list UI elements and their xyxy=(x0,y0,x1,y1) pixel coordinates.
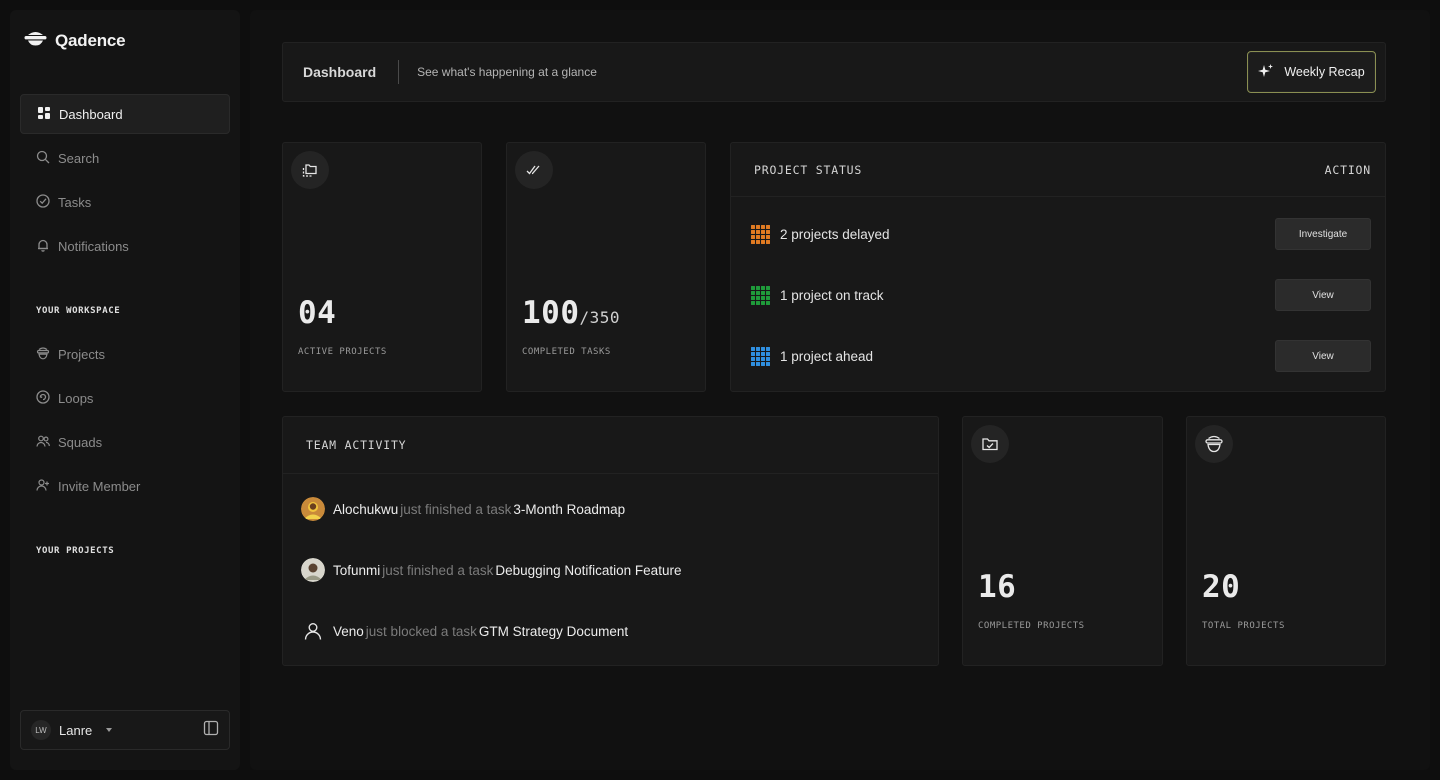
ahead-grid-icon xyxy=(751,346,770,366)
completed-tasks-count: 100 xyxy=(522,295,580,331)
total-projects-label: TOTAL PROJECTS xyxy=(1202,621,1285,631)
activity-task[interactable]: GTM Strategy Document xyxy=(479,624,628,639)
sidebar-item-loops[interactable]: Loops xyxy=(20,378,230,418)
page-title: Dashboard xyxy=(303,64,377,80)
sidebar-item-invite-member[interactable]: Invite Member xyxy=(20,466,230,506)
bell-icon xyxy=(36,238,50,255)
sidebar-item-projects[interactable]: Projects xyxy=(20,334,230,374)
sidebar: Qadence Dashboard Search Tasks Notificat… xyxy=(10,10,240,770)
project-status-title: PROJECT STATUS xyxy=(754,162,863,177)
sidebar-item-notifications[interactable]: Notifications xyxy=(20,226,230,266)
active-projects-card: 04 ACTIVE PROJECTS xyxy=(282,142,482,392)
folder-check-icon xyxy=(971,425,1009,463)
folder-icon xyxy=(291,151,329,189)
completed-tasks-total: /350 xyxy=(579,308,621,327)
activity-verb: just blocked a task xyxy=(365,623,477,639)
delayed-grid-icon xyxy=(751,224,770,244)
on-track-grid-icon xyxy=(751,285,770,305)
logo-icon xyxy=(24,30,47,51)
sidebar-item-label: Dashboard xyxy=(59,106,123,122)
page-subtitle: See what's happening at a glance xyxy=(417,65,597,79)
page-header: Dashboard See what's happening at a glan… xyxy=(282,42,1386,102)
total-projects-card: 20 TOTAL PROJECTS xyxy=(1186,416,1386,666)
investigate-button[interactable]: Investigate xyxy=(1275,218,1371,250)
sidebar-item-label: Loops xyxy=(58,390,94,406)
chevron-down-icon[interactable] xyxy=(106,728,113,732)
sidebar-item-label: Projects xyxy=(58,346,105,362)
dashboard-icon xyxy=(37,106,51,123)
view-button[interactable]: View xyxy=(1275,279,1371,311)
user-name: Lanre xyxy=(59,722,93,738)
double-check-icon xyxy=(515,151,553,189)
workspace-section-label: YOUR WORKSPACE xyxy=(36,306,121,316)
total-projects-value: 20 xyxy=(1202,569,1241,605)
main-content: Dashboard See what's happening at a glan… xyxy=(250,10,1430,770)
action-column-header: ACTION xyxy=(1324,162,1371,177)
completed-projects-label: COMPLETED PROJECTS xyxy=(978,621,1085,631)
completed-tasks-card: 100/350 COMPLETED TASKS xyxy=(506,142,706,392)
avatar xyxy=(301,558,325,582)
sidebar-item-search[interactable]: Search xyxy=(20,138,230,178)
team-activity-card: TEAM ACTIVITY Alochukwu just finished a … xyxy=(282,416,939,666)
activity-user[interactable]: Veno xyxy=(333,624,364,639)
completed-projects-card: 16 COMPLETED PROJECTS xyxy=(962,416,1163,666)
activity-task[interactable]: 3-Month Roadmap xyxy=(513,502,625,517)
activity-item: Alochukwu just finished a task 3-Month R… xyxy=(301,496,920,522)
activity-verb: just finished a task xyxy=(382,562,494,578)
sidebar-item-label: Search xyxy=(58,150,100,166)
sidebar-item-dashboard[interactable]: Dashboard xyxy=(20,94,230,134)
status-text: 1 project ahead xyxy=(780,348,874,364)
user-menu[interactable]: LW Lanre xyxy=(20,710,230,750)
sidebar-item-squads[interactable]: Squads xyxy=(20,422,230,462)
invite-member-icon xyxy=(36,478,50,495)
header-divider xyxy=(398,60,400,84)
status-row-delayed: 2 projects delayed Investigate xyxy=(751,218,1371,250)
brand[interactable]: Qadence xyxy=(24,30,126,51)
brand-name: Qadence xyxy=(55,30,126,50)
completed-projects-value: 16 xyxy=(978,569,1017,605)
tasks-icon xyxy=(36,193,50,211)
sidebar-item-label: Squads xyxy=(58,434,103,450)
team-activity-title: TEAM ACTIVITY xyxy=(306,438,407,452)
projects-section-label: YOUR PROJECTS xyxy=(36,546,115,556)
loops-icon xyxy=(36,389,50,407)
activity-user[interactable]: Tofunmi xyxy=(333,563,380,578)
sparkle-icon xyxy=(1258,63,1274,82)
activity-item: Tofunmi just finished a task Debugging N… xyxy=(301,557,920,583)
status-row-on-track: 1 project on track View xyxy=(751,279,1371,311)
avatar xyxy=(301,497,325,521)
sidebar-toggle-icon[interactable] xyxy=(203,720,219,741)
team-activity-header: TEAM ACTIVITY xyxy=(283,417,938,474)
weekly-recap-label: Weekly Recap xyxy=(1284,65,1365,79)
active-projects-label: ACTIVE PROJECTS xyxy=(298,347,387,357)
view-button[interactable]: View xyxy=(1275,340,1371,372)
status-text: 2 projects delayed xyxy=(780,226,890,242)
active-projects-value: 04 xyxy=(298,295,337,331)
sidebar-item-label: Tasks xyxy=(58,194,92,210)
weekly-recap-button[interactable]: Weekly Recap xyxy=(1247,51,1376,93)
sidebar-item-tasks[interactable]: Tasks xyxy=(20,182,230,222)
activity-item: Veno just blocked a task GTM Strategy Do… xyxy=(301,618,920,644)
squads-icon xyxy=(36,434,50,451)
project-status-card: PROJECT STATUS ACTION 2 projects delayed… xyxy=(730,142,1386,392)
search-icon xyxy=(36,150,50,167)
user-placeholder-icon xyxy=(301,619,325,643)
status-text: 1 project on track xyxy=(780,287,884,303)
activity-task[interactable]: Debugging Notification Feature xyxy=(495,563,681,578)
sidebar-item-label: Invite Member xyxy=(58,478,141,494)
project-status-header: PROJECT STATUS ACTION xyxy=(731,143,1385,197)
stack-icon xyxy=(1195,425,1233,463)
completed-tasks-value: 100/350 xyxy=(522,295,620,331)
avatar: LW xyxy=(31,720,51,740)
projects-icon xyxy=(36,346,50,363)
sidebar-item-label: Notifications xyxy=(58,238,129,254)
activity-user[interactable]: Alochukwu xyxy=(333,502,398,517)
completed-tasks-label: COMPLETED TASKS xyxy=(522,347,611,357)
status-row-ahead: 1 project ahead View xyxy=(751,340,1371,372)
activity-verb: just finished a task xyxy=(400,501,512,517)
